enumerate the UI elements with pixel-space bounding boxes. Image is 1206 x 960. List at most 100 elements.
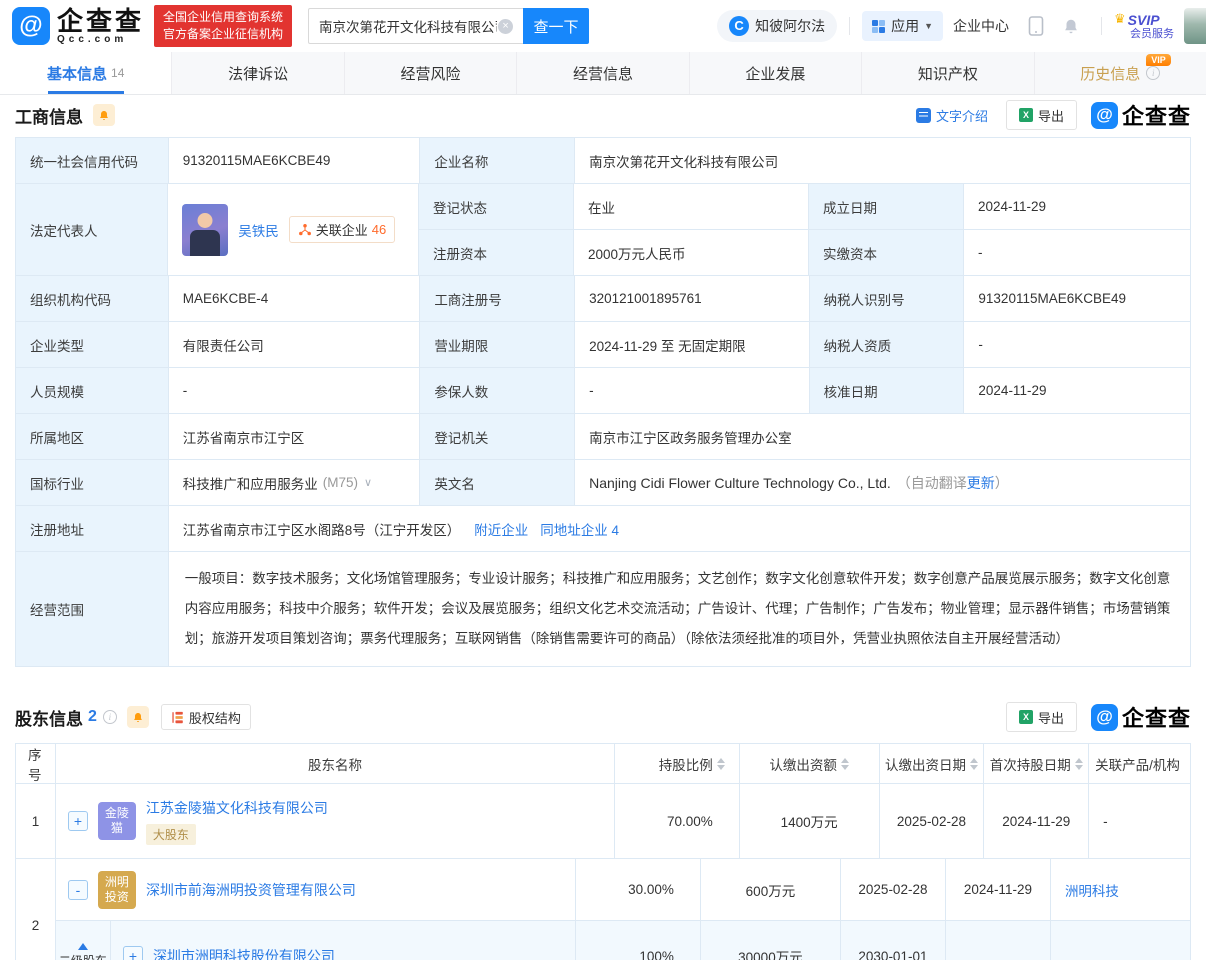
- field-label: 企业名称: [420, 138, 576, 184]
- field-value: 2000万元人民币: [574, 230, 809, 276]
- field-label: 成立日期: [809, 184, 964, 230]
- same-address-link[interactable]: 同地址企业 4: [540, 519, 619, 539]
- col-no: 序号: [16, 744, 56, 783]
- amount-value: 30000万元: [701, 921, 841, 960]
- nearby-companies-link[interactable]: 附近企业: [474, 519, 528, 539]
- shareholder-name-cell: + 金陵猫 江苏金陵猫文化科技有限公司 大股东: [56, 784, 615, 858]
- field-value: 南京市江宁区政务服务管理办公室: [575, 414, 1190, 460]
- text-intro-label: 文字介绍: [935, 108, 988, 124]
- triangle-up-icon: [77, 942, 88, 950]
- sort-icon: [969, 757, 978, 770]
- field-label: 经营范围: [16, 552, 169, 667]
- apps-menu[interactable]: 应用 ▼: [862, 11, 943, 41]
- row-number: 2: [16, 859, 56, 960]
- qcc-logo: 企查查 Qcc.com: [57, 8, 144, 45]
- mobile-app-icon[interactable]: [1028, 16, 1044, 36]
- zhibi-alpha-link[interactable]: C 知彼阿尔法: [717, 10, 838, 42]
- major-shareholder-tag: 大股东: [145, 823, 196, 845]
- user-avatar[interactable]: [1184, 8, 1206, 44]
- field-value: 2024-11-29: [964, 184, 1190, 230]
- col-ratio-sort[interactable]: 持股比例: [615, 744, 740, 783]
- col-sub-date-sort[interactable]: 认缴出资日期: [880, 744, 985, 783]
- col-first-date-sort[interactable]: 首次持股日期: [984, 744, 1090, 783]
- section-title: 工商信息: [15, 107, 83, 127]
- shareholder-link[interactable]: 江苏金陵猫文化科技有限公司: [146, 798, 328, 818]
- english-name: Nanjing Cidi Flower Culture Technology C…: [589, 474, 891, 491]
- search-bar: × 查一下: [308, 8, 590, 44]
- subscribe-bell-icon[interactable]: [93, 104, 115, 126]
- collapse-level-control[interactable]: 二级股东: [56, 921, 111, 960]
- table-row: 2 - 洲明投资 深圳市前海洲明投资管理有限公司 30.00% 600万元 20…: [16, 859, 1190, 960]
- field-label: 登记机关: [420, 414, 576, 460]
- tab-legal[interactable]: 法律诉讼: [171, 52, 343, 94]
- ratio-value: 70.00%: [615, 784, 740, 858]
- tab-basic-count: 14: [111, 66, 125, 80]
- export-button[interactable]: X 导出: [1005, 100, 1077, 130]
- field-label: 统一社会信用代码: [16, 138, 169, 184]
- table-header-row: 序号 股东名称 持股比例 认缴出资额 认缴出资日期 首次持股日期 关联产品/机构: [16, 744, 1190, 784]
- shareholders-table: 序号 股东名称 持股比例 认缴出资额 认缴出资日期 首次持股日期 关联产品/机构…: [15, 743, 1191, 960]
- expand-button[interactable]: +: [67, 811, 88, 831]
- tab-history[interactable]: VIP 历史信息 i: [1033, 52, 1206, 94]
- tab-risk[interactable]: 经营风险: [343, 52, 516, 94]
- qcc-logo-icon: @: [1090, 101, 1118, 129]
- tab-basic-info[interactable]: 基本信息 14: [0, 52, 172, 94]
- related-label: 关联企业: [315, 223, 368, 238]
- export-label: 导出: [1037, 710, 1064, 726]
- field-label: 英文名: [420, 460, 576, 506]
- text-intro-link[interactable]: 文字介绍: [915, 106, 988, 125]
- zhibi-logo-icon: C: [729, 16, 750, 36]
- notification-bell-icon[interactable]: [1062, 17, 1080, 36]
- collapse-button[interactable]: -: [67, 879, 88, 900]
- tab-development[interactable]: 企业发展: [688, 52, 861, 94]
- official-badge: 全国企业信用查询系统 官方备案企业征信机构: [154, 4, 293, 48]
- field-value: 91320115MAE6KCBE49: [964, 276, 1191, 322]
- first-date-value: [946, 921, 1051, 960]
- tab-ip[interactable]: 知识产权: [861, 52, 1033, 94]
- related-value: 洲明科技: [1051, 859, 1152, 920]
- svip-sub-label: 会员服务: [1130, 27, 1174, 40]
- shareholder-link[interactable]: 深圳市前海洲明投资管理有限公司: [146, 880, 356, 900]
- legal-rep-link[interactable]: 吴铁民: [238, 220, 279, 240]
- crown-icon: ♛: [1114, 11, 1126, 27]
- field-value: -: [168, 368, 421, 414]
- shareholder-link[interactable]: 深圳市洲明科技股份有限公司: [153, 946, 335, 960]
- enterprise-center-link[interactable]: 企业中心: [953, 16, 1009, 36]
- top-bar: @ 企查查 Qcc.com 全国企业信用查询系统 官方备案企业征信机构 × 查一…: [0, 0, 1206, 52]
- field-label: 企业类型: [16, 322, 169, 368]
- shareholder-avatar: 金陵猫: [97, 802, 136, 840]
- field-label: 注册资本: [419, 230, 574, 276]
- equity-structure-label: 股权结构: [188, 710, 241, 726]
- field-value: 在业: [574, 184, 809, 230]
- subscribe-bell-icon[interactable]: [126, 706, 149, 728]
- legal-rep-photo[interactable]: [182, 203, 229, 256]
- shareholders-count: 2: [88, 708, 97, 725]
- shareholder-sub-row: 二级股东 + 深圳市洲明科技股份有限公司 100% 30000万元 2030-0…: [55, 921, 1190, 960]
- related-product-link[interactable]: 洲明科技: [1065, 880, 1119, 900]
- field-value: 有限责任公司: [168, 322, 421, 368]
- sub-date-value: 2025-02-28: [880, 784, 985, 858]
- clear-icon[interactable]: ×: [498, 18, 514, 34]
- search-button[interactable]: 查一下: [523, 8, 590, 44]
- field-value: -: [964, 230, 1190, 276]
- export-button[interactable]: X 导出: [1005, 702, 1077, 732]
- search-input[interactable]: [308, 8, 524, 44]
- divider: [1101, 17, 1102, 35]
- sub-date-value: 2025-02-28: [841, 859, 946, 920]
- tab-operation[interactable]: 经营信息: [516, 52, 688, 94]
- field-label: 纳税人资质: [809, 322, 965, 368]
- shareholder-avatar: 洲明投资: [97, 870, 136, 909]
- expand-button[interactable]: +: [122, 946, 143, 960]
- translate-update-link[interactable]: 更新: [967, 473, 995, 493]
- divider: [849, 17, 851, 35]
- vip-badge: VIP: [1146, 54, 1171, 66]
- svip-membership[interactable]: ♛ SVIP 会员服务: [1114, 11, 1174, 41]
- col-amount-sort[interactable]: 认缴出资额: [740, 744, 880, 783]
- col-related: 关联产品/机构: [1095, 757, 1180, 773]
- chevron-down-icon[interactable]: ∨: [364, 476, 372, 489]
- badge-line1: 全国企业信用查询系统: [163, 9, 284, 24]
- related-companies-badge[interactable]: 关联企业 46: [288, 216, 396, 243]
- field-label: 所属地区: [16, 414, 169, 460]
- industry-value: 科技推广和应用服务业: [182, 476, 318, 492]
- equity-structure-button[interactable]: 股权结构: [160, 704, 251, 730]
